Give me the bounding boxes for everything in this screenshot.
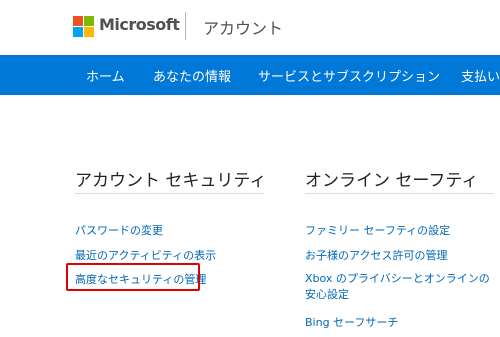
microsoft-logo-icon[interactable] [73,16,94,37]
xbox-privacy-link[interactable]: Xbox のプライバシーとオンラインの安心設定 [305,271,497,303]
main-nav: ホーム あなたの情報 サービスとサブスクリプション 支払い [0,55,500,95]
nav-item-home[interactable]: ホーム [86,66,125,85]
family-safety-link[interactable]: ファミリー セーフティの設定 [305,222,450,238]
recent-activity-link[interactable]: 最近のアクティビティの表示 [75,247,216,263]
site-header: Microsoft アカウント [0,0,500,55]
section-title[interactable]: アカウント [203,15,283,39]
logo-yellow-square [84,27,94,37]
account-security-heading: アカウント セキュリティ [75,171,267,191]
logo-green-square [84,16,94,26]
nav-item-services[interactable]: サービスとサブスクリプション [258,66,440,85]
online-safety-divider [305,193,494,194]
change-password-link[interactable]: パスワードの変更 [75,222,163,238]
logo-blue-square [73,27,83,37]
bing-safesearch-link[interactable]: Bing セーフサーチ [305,314,398,330]
brand-name[interactable]: Microsoft [99,15,180,34]
advanced-security-link[interactable]: 高度なセキュリティの管理 [75,271,206,287]
child-permissions-link[interactable]: お子様のアクセス許可の管理 [305,247,447,263]
account-security-divider [75,193,264,194]
logo-red-square [73,16,83,26]
nav-item-your-info[interactable]: あなたの情報 [153,66,231,85]
online-safety-heading: オンライン セーフティ [305,171,479,191]
nav-item-payment[interactable]: 支払い [461,66,500,85]
header-divider [185,12,186,40]
